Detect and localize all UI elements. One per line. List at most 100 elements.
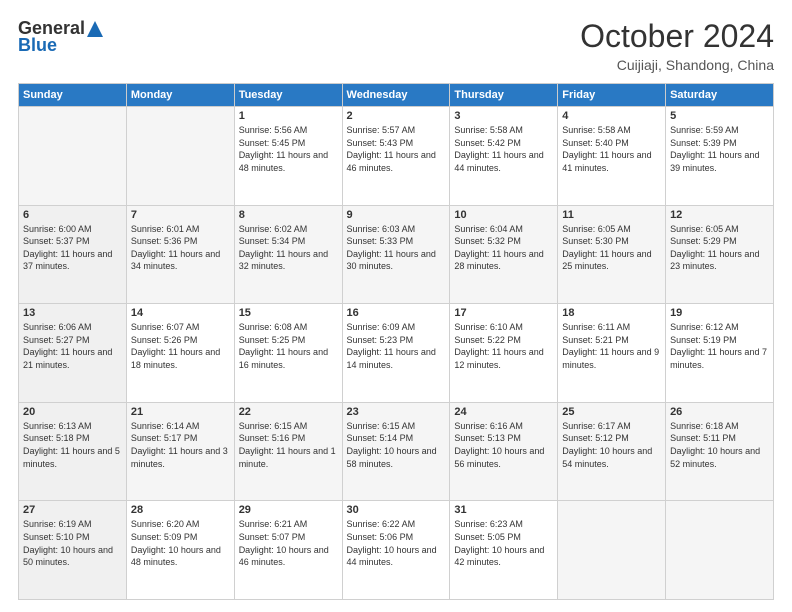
calendar-cell: 25 Sunrise: 6:17 AM Sunset: 5:12 PM Dayli… <box>558 402 666 501</box>
calendar-cell: 13 Sunrise: 6:06 AM Sunset: 5:27 PM Dayli… <box>19 304 127 403</box>
day-number: 7 <box>131 209 230 221</box>
day-info: Sunrise: 6:03 AM Sunset: 5:33 PM Dayligh… <box>347 223 446 273</box>
day-number: 1 <box>239 110 338 122</box>
calendar-week-row: 1 Sunrise: 5:56 AM Sunset: 5:45 PM Daylig… <box>19 107 774 206</box>
day-info: Sunrise: 6:17 AM Sunset: 5:12 PM Dayligh… <box>562 420 661 470</box>
calendar-cell: 17 Sunrise: 6:10 AM Sunset: 5:22 PM Dayli… <box>450 304 558 403</box>
day-info: Sunrise: 5:58 AM Sunset: 5:40 PM Dayligh… <box>562 124 661 174</box>
day-number: 11 <box>562 209 661 221</box>
day-number: 9 <box>347 209 446 221</box>
calendar-cell: 24 Sunrise: 6:16 AM Sunset: 5:13 PM Dayli… <box>450 402 558 501</box>
month-title: October 2024 <box>580 18 774 55</box>
day-info: Sunrise: 6:21 AM Sunset: 5:07 PM Dayligh… <box>239 518 338 568</box>
calendar-week-row: 20 Sunrise: 6:13 AM Sunset: 5:18 PM Dayli… <box>19 402 774 501</box>
day-info: Sunrise: 6:16 AM Sunset: 5:13 PM Dayligh… <box>454 420 553 470</box>
calendar-cell <box>666 501 774 600</box>
weekday-header-sunday: Sunday <box>19 84 127 107</box>
day-number: 12 <box>670 209 769 221</box>
calendar-cell: 1 Sunrise: 5:56 AM Sunset: 5:45 PM Daylig… <box>234 107 342 206</box>
calendar-cell: 15 Sunrise: 6:08 AM Sunset: 5:25 PM Dayli… <box>234 304 342 403</box>
day-info: Sunrise: 6:20 AM Sunset: 5:09 PM Dayligh… <box>131 518 230 568</box>
weekday-header-saturday: Saturday <box>666 84 774 107</box>
calendar-cell: 22Sunrise: 6:15 AM Sunset: 5:16 PM Dayli… <box>234 402 342 501</box>
day-info: Sunrise: 6:15 AM Sunset: 5:16 PM Dayligh… <box>239 420 338 470</box>
day-info: Sunrise: 6:22 AM Sunset: 5:06 PM Dayligh… <box>347 518 446 568</box>
day-info: Sunrise: 6:09 AM Sunset: 5:23 PM Dayligh… <box>347 321 446 371</box>
calendar-cell: 29 Sunrise: 6:21 AM Sunset: 5:07 PM Dayli… <box>234 501 342 600</box>
calendar-cell: 3Sunrise: 5:58 AM Sunset: 5:42 PM Daylig… <box>450 107 558 206</box>
calendar-week-row: 27Sunrise: 6:19 AM Sunset: 5:10 PM Dayli… <box>19 501 774 600</box>
calendar-cell: 27Sunrise: 6:19 AM Sunset: 5:10 PM Dayli… <box>19 501 127 600</box>
weekday-header-thursday: Thursday <box>450 84 558 107</box>
day-info: Sunrise: 6:02 AM Sunset: 5:34 PM Dayligh… <box>239 223 338 273</box>
day-number: 5 <box>670 110 769 122</box>
day-number: 20 <box>23 406 122 418</box>
calendar-cell: 14 Sunrise: 6:07 AM Sunset: 5:26 PM Dayli… <box>126 304 234 403</box>
logo-blue: Blue <box>18 35 57 56</box>
day-info: Sunrise: 6:06 AM Sunset: 5:27 PM Dayligh… <box>23 321 122 371</box>
day-number: 29 <box>239 504 338 516</box>
day-info: Sunrise: 5:56 AM Sunset: 5:45 PM Dayligh… <box>239 124 338 174</box>
weekday-header-wednesday: Wednesday <box>342 84 450 107</box>
calendar-cell: 18 Sunrise: 6:11 AM Sunset: 5:21 PM Dayli… <box>558 304 666 403</box>
day-info: Sunrise: 6:00 AM Sunset: 5:37 PM Dayligh… <box>23 223 122 273</box>
calendar-cell: 8Sunrise: 6:02 AM Sunset: 5:34 PM Daylig… <box>234 205 342 304</box>
day-info: Sunrise: 6:11 AM Sunset: 5:21 PM Dayligh… <box>562 321 661 371</box>
day-number: 28 <box>131 504 230 516</box>
day-number: 27 <box>23 504 122 516</box>
calendar-header: SundayMondayTuesdayWednesdayThursdayFrid… <box>19 84 774 107</box>
calendar-cell: 31 Sunrise: 6:23 AM Sunset: 5:05 PM Dayli… <box>450 501 558 600</box>
day-number: 6 <box>23 209 122 221</box>
day-number: 2 <box>347 110 446 122</box>
day-info: Sunrise: 6:05 AM Sunset: 5:29 PM Dayligh… <box>670 223 769 273</box>
calendar-cell: 7Sunrise: 6:01 AM Sunset: 5:36 PM Daylig… <box>126 205 234 304</box>
day-info: Sunrise: 6:07 AM Sunset: 5:26 PM Dayligh… <box>131 321 230 371</box>
day-info: Sunrise: 6:15 AM Sunset: 5:14 PM Dayligh… <box>347 420 446 470</box>
calendar-cell: 5Sunrise: 5:59 AM Sunset: 5:39 PM Daylig… <box>666 107 774 206</box>
day-number: 13 <box>23 307 122 319</box>
day-number: 10 <box>454 209 553 221</box>
day-number: 26 <box>670 406 769 418</box>
day-number: 30 <box>347 504 446 516</box>
calendar-cell: 21Sunrise: 6:14 AM Sunset: 5:17 PM Dayli… <box>126 402 234 501</box>
weekday-header-tuesday: Tuesday <box>234 84 342 107</box>
day-info: Sunrise: 5:58 AM Sunset: 5:42 PM Dayligh… <box>454 124 553 174</box>
day-info: Sunrise: 6:13 AM Sunset: 5:18 PM Dayligh… <box>23 420 122 470</box>
day-info: Sunrise: 6:18 AM Sunset: 5:11 PM Dayligh… <box>670 420 769 470</box>
title-block: October 2024 Cuijiaji, Shandong, China <box>580 18 774 73</box>
day-info: Sunrise: 6:08 AM Sunset: 5:25 PM Dayligh… <box>239 321 338 371</box>
day-number: 23 <box>347 406 446 418</box>
day-number: 24 <box>454 406 553 418</box>
day-number: 18 <box>562 307 661 319</box>
day-info: Sunrise: 6:23 AM Sunset: 5:05 PM Dayligh… <box>454 518 553 568</box>
weekday-header-friday: Friday <box>558 84 666 107</box>
calendar-cell: 10Sunrise: 6:04 AM Sunset: 5:32 PM Dayli… <box>450 205 558 304</box>
calendar-cell: 6 Sunrise: 6:00 AM Sunset: 5:37 PM Daylig… <box>19 205 127 304</box>
day-number: 15 <box>239 307 338 319</box>
day-number: 14 <box>131 307 230 319</box>
calendar-week-row: 13 Sunrise: 6:06 AM Sunset: 5:27 PM Dayli… <box>19 304 774 403</box>
calendar-cell: 9 Sunrise: 6:03 AM Sunset: 5:33 PM Daylig… <box>342 205 450 304</box>
day-number: 25 <box>562 406 661 418</box>
header: General Blue October 2024 Cuijiaji, Shan… <box>18 18 774 73</box>
location: Cuijiaji, Shandong, China <box>580 57 774 73</box>
calendar-cell <box>19 107 127 206</box>
page: General Blue October 2024 Cuijiaji, Shan… <box>0 0 792 612</box>
day-info: Sunrise: 5:57 AM Sunset: 5:43 PM Dayligh… <box>347 124 446 174</box>
calendar-cell: 30 Sunrise: 6:22 AM Sunset: 5:06 PM Dayli… <box>342 501 450 600</box>
calendar-cell: 12 Sunrise: 6:05 AM Sunset: 5:29 PM Dayli… <box>666 205 774 304</box>
weekday-header-monday: Monday <box>126 84 234 107</box>
calendar-cell: 28 Sunrise: 6:20 AM Sunset: 5:09 PM Dayli… <box>126 501 234 600</box>
calendar-cell: 26 Sunrise: 6:18 AM Sunset: 5:11 PM Dayli… <box>666 402 774 501</box>
day-number: 19 <box>670 307 769 319</box>
calendar-body: 1 Sunrise: 5:56 AM Sunset: 5:45 PM Daylig… <box>19 107 774 600</box>
logo: General Blue <box>18 18 105 56</box>
day-number: 21 <box>131 406 230 418</box>
day-number: 4 <box>562 110 661 122</box>
day-number: 31 <box>454 504 553 516</box>
day-info: Sunrise: 6:10 AM Sunset: 5:22 PM Dayligh… <box>454 321 553 371</box>
calendar-cell: 23 Sunrise: 6:15 AM Sunset: 5:14 PM Dayli… <box>342 402 450 501</box>
calendar-week-row: 6 Sunrise: 6:00 AM Sunset: 5:37 PM Daylig… <box>19 205 774 304</box>
calendar-cell: 4 Sunrise: 5:58 AM Sunset: 5:40 PM Daylig… <box>558 107 666 206</box>
day-number: 17 <box>454 307 553 319</box>
